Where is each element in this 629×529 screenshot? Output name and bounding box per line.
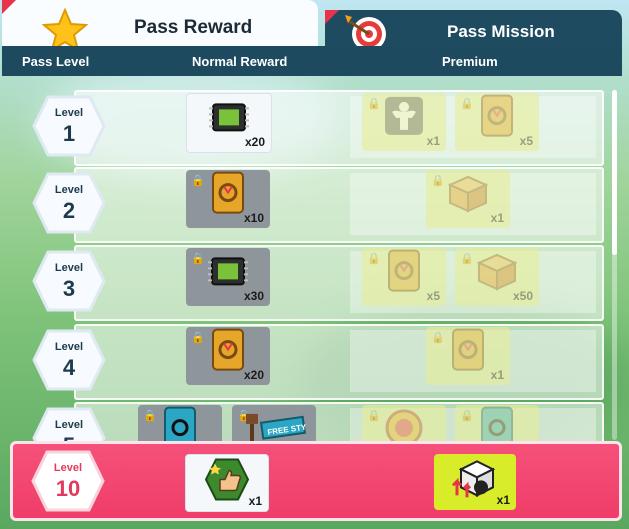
level-label: Level — [54, 341, 84, 353]
level-label: Level — [54, 419, 84, 431]
lock-icon: 🔒 — [191, 175, 205, 187]
reward-row — [74, 324, 604, 400]
normal-reward-item[interactable]: 🔒 x20 — [186, 327, 270, 385]
chip-icon — [206, 100, 252, 139]
level-number: 3 — [62, 276, 76, 301]
premium-reward-item[interactable]: 🔒 x50 — [455, 248, 539, 306]
normal-reward-item[interactable]: 🔒 x10 — [186, 170, 270, 228]
reward-quantity: x5 — [426, 289, 440, 303]
reward-quantity: x1 — [490, 368, 504, 382]
reward-quantity: x1 — [248, 494, 262, 508]
level-number: 1 — [62, 121, 76, 146]
reward-quantity: x20 — [243, 368, 264, 382]
level-label: Level — [54, 107, 84, 119]
column-header-level: Pass Level — [22, 54, 90, 69]
level-label: Level — [54, 262, 84, 274]
column-header-row: Pass Level Normal Reward Premium — [2, 46, 622, 76]
reward-quantity: x5 — [519, 134, 533, 148]
featured-reward-bar: Level 10 x1 x1 — [10, 441, 622, 521]
lock-icon: 🔒 — [460, 410, 474, 422]
reward-row — [74, 167, 604, 243]
lock-icon: 🔒 — [367, 253, 381, 265]
lock-icon: 🔒 — [431, 332, 445, 344]
card-icon — [210, 328, 246, 377]
column-header-premium: Premium — [442, 54, 498, 69]
premium-reward-item[interactable]: 🔒 x5 — [455, 93, 539, 151]
level-number: 10 — [55, 476, 81, 501]
lock-icon: 🔒 — [460, 253, 474, 265]
level-badge: Level 3 — [32, 250, 106, 312]
muscle-icon — [384, 96, 424, 141]
card-icon — [210, 171, 246, 220]
normal-reward-item[interactable]: x20 — [186, 93, 272, 153]
featured-normal-reward[interactable]: x1 — [185, 454, 269, 512]
lock-icon: 🔒 — [431, 175, 445, 187]
thumbs-up-icon — [205, 458, 249, 501]
tab-pass-mission[interactable]: Pass Mission — [325, 10, 622, 51]
premium-reward-item[interactable]: 🔒 x1 — [426, 170, 510, 228]
premium-reward-item[interactable]: 🔒 x1 — [426, 327, 510, 385]
scrollbar-thumb[interactable] — [612, 90, 617, 255]
reward-quantity: x1 — [496, 493, 510, 507]
level-label: Level — [53, 462, 83, 474]
reward-quantity: x20 — [244, 135, 265, 149]
chip-icon — [205, 254, 251, 293]
character-box-icon — [451, 460, 496, 498]
lock-icon: 🔒 — [143, 410, 157, 422]
box-icon — [446, 173, 490, 218]
premium-reward-item[interactable]: 🔒 x1 — [362, 93, 446, 151]
reward-quantity: x30 — [243, 289, 264, 303]
normal-reward-item[interactable]: 🔒 x30 — [186, 248, 270, 306]
column-header-normal: Normal Reward — [192, 54, 288, 69]
reward-quantity: x1 — [490, 211, 504, 225]
card-icon — [386, 249, 422, 298]
tab-pass-reward[interactable]: Pass Reward — [2, 0, 318, 52]
lock-icon: 🔒 — [191, 332, 205, 344]
reward-quantity: x10 — [243, 211, 264, 225]
reward-quantity: x50 — [512, 289, 533, 303]
tab-label: Pass Reward — [134, 17, 253, 38]
featured-premium-reward[interactable]: x1 — [434, 454, 516, 510]
level-badge: Level 4 — [32, 329, 106, 391]
tab-label: Pass Mission — [447, 22, 555, 41]
lock-icon: 🔒 — [191, 253, 205, 265]
reward-quantity: x1 — [426, 134, 440, 148]
lock-icon: 🔒 — [367, 410, 381, 422]
level-badge: Level 2 — [32, 172, 106, 234]
level-badge: Level 10 — [31, 450, 105, 512]
level-number: 4 — [62, 355, 76, 380]
tab-corner-marker — [2, 0, 16, 14]
level-badge: Level 1 — [32, 95, 106, 157]
lock-icon: 🔒 — [460, 98, 474, 110]
tab-corner-marker — [325, 10, 339, 24]
card-icon — [479, 94, 515, 143]
level-label: Level — [54, 184, 84, 196]
premium-reward-item[interactable]: 🔒 x5 — [362, 248, 446, 306]
level-number: 2 — [62, 198, 76, 223]
lock-icon: 🔒 — [367, 98, 381, 110]
card-icon — [450, 328, 486, 377]
